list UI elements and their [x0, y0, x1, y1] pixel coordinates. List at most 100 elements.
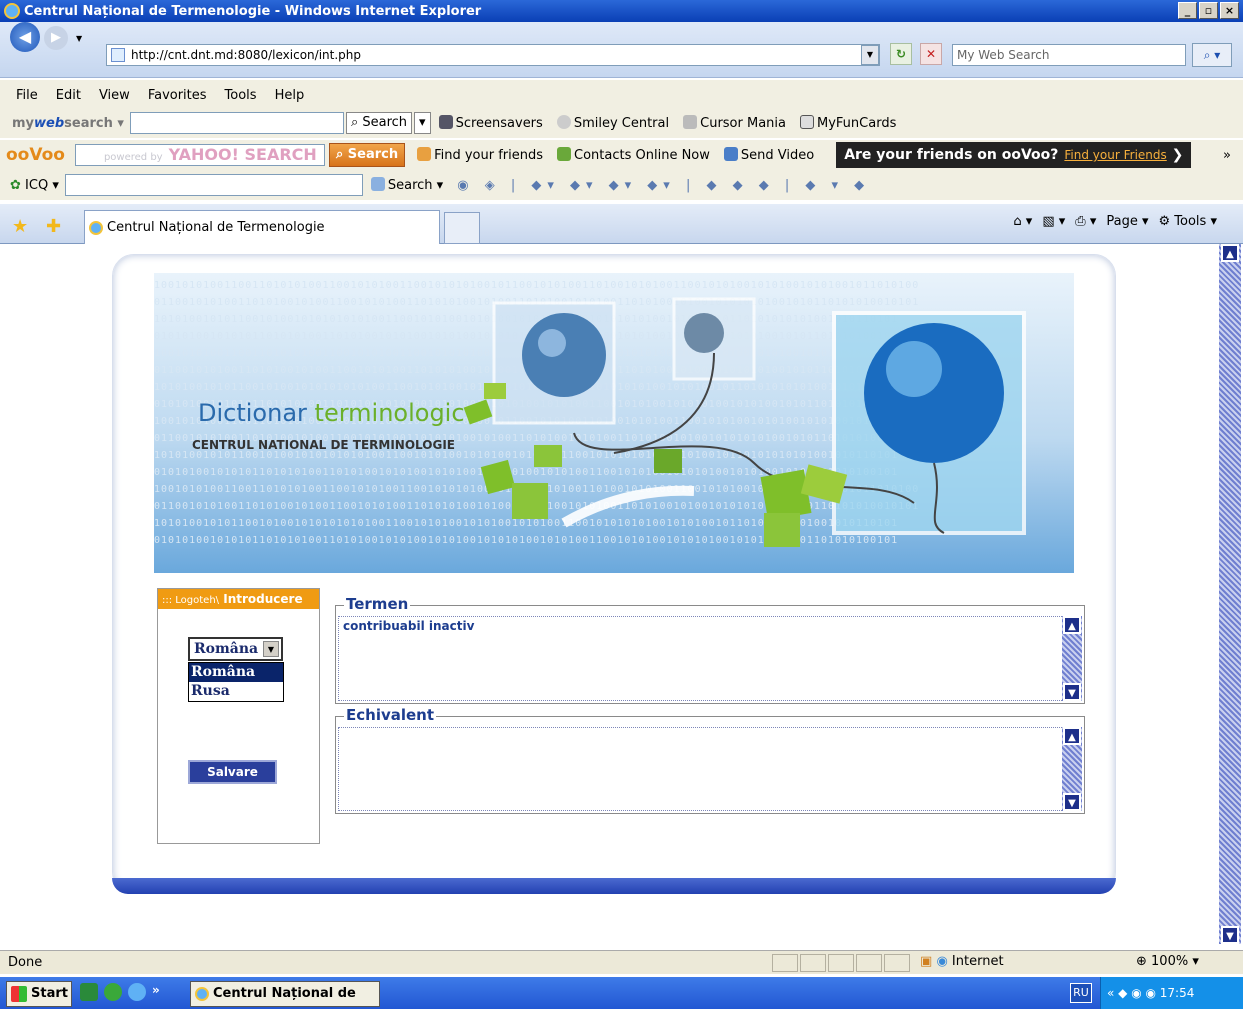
web-search-button[interactable]: ⌕ ▾: [1192, 43, 1232, 67]
menu-tools[interactable]: Tools: [225, 88, 257, 103]
taskbar: Start » Centrul Național de T... RU « ◆ …: [0, 977, 1243, 1009]
ie-icon[interactable]: [128, 983, 146, 1001]
icq-search-input[interactable]: [64, 174, 363, 196]
feeds-icon[interactable]: ▧ ▾: [1042, 214, 1065, 229]
menu-help[interactable]: Help: [275, 88, 305, 103]
screensavers-link[interactable]: Screensavers: [438, 115, 543, 131]
oovoo-toolbar: ooVoo powered by YAHOO! SEARCH ⌕ Search F…: [0, 140, 1243, 170]
monitor-icon: [438, 115, 453, 129]
scroll-up-icon[interactable]: ▲: [1063, 727, 1081, 745]
forward-button[interactable]: ▶: [44, 26, 68, 50]
stop-button[interactable]: ✕: [920, 43, 942, 65]
scroll-down-icon[interactable]: ▼: [1221, 926, 1239, 944]
banner-title: Dictionar terminologic: [198, 399, 465, 427]
scroll-down-icon[interactable]: ▼: [1063, 793, 1081, 811]
search-dropdown-icon[interactable]: ▾: [414, 112, 431, 134]
termen-fieldset: Termen contribuabil inactiv ▲ ▼: [335, 595, 1085, 704]
cursor-icon: [683, 115, 698, 129]
note-icon: [484, 383, 506, 399]
icq-search-button[interactable]: Search ▾: [370, 177, 443, 193]
favorites-star-icon[interactable]: ★: [12, 216, 28, 237]
myfuncards-link[interactable]: MyFunCards: [800, 115, 896, 131]
add-favorites-icon[interactable]: ✚: [46, 216, 61, 237]
start-button[interactable]: Start: [6, 981, 72, 1007]
tools-menu[interactable]: ⚙ Tools ▾: [1159, 214, 1218, 229]
clock: 17:54: [1159, 986, 1195, 1000]
option-romana[interactable]: Româna: [189, 663, 283, 682]
menu-edit[interactable]: Edit: [56, 88, 81, 103]
print-icon[interactable]: ⎙ ▾: [1075, 214, 1096, 229]
refresh-button[interactable]: ↻: [890, 43, 912, 65]
home-icon[interactable]: ⌂ ▾: [1013, 214, 1032, 229]
header-banner: 1001010100110011010101001100101010011001…: [154, 273, 1074, 573]
ie-logo-icon: [89, 221, 103, 235]
icq-logo[interactable]: ✿ ICQ ▾: [10, 178, 59, 193]
swoosh-arrow: [561, 485, 695, 528]
address-dropdown-icon[interactable]: ▼: [861, 45, 879, 65]
mywebsearch-input[interactable]: [129, 112, 344, 134]
address-field[interactable]: http://cnt.dnt.md:8080/lexicon/int.php: [106, 44, 880, 66]
menu-view[interactable]: View: [99, 88, 130, 103]
card-icon: [800, 115, 814, 129]
security-zone[interactable]: ▣ ◉ Internet: [920, 954, 1004, 969]
web-search-input[interactable]: My Web Search: [952, 44, 1186, 66]
scroll-up-icon[interactable]: ▲: [1221, 244, 1239, 262]
termen-legend: Termen: [344, 595, 411, 613]
card-footer-bar: [112, 878, 1116, 894]
echivalent-textarea[interactable]: [338, 727, 1082, 811]
zoom-level[interactable]: ⊕ 100% ▾: [1136, 954, 1199, 969]
echivalent-legend: Echivalent: [344, 706, 437, 724]
status-text: Done: [8, 955, 43, 970]
ie-logo-icon: [4, 3, 20, 19]
oovoo-banner[interactable]: Are your friends on ooVoo? Find your Frie…: [836, 142, 1192, 168]
save-button[interactable]: Salvare: [188, 760, 277, 784]
window-controls: _ ▫ ×: [1178, 2, 1239, 19]
scroll-down-icon[interactable]: ▼: [1063, 683, 1081, 701]
send-video-link[interactable]: Send Video: [723, 147, 814, 163]
oovoo-search-button[interactable]: ⌕ Search: [328, 143, 406, 167]
page-menu[interactable]: Page ▾: [1106, 214, 1148, 229]
quicklaunch-app-icon[interactable]: [80, 983, 98, 1001]
find-friends-link[interactable]: Find your friends: [417, 147, 543, 163]
panel-header: ::: Logoteh\ Introducere: [158, 589, 319, 609]
language-indicator[interactable]: RU: [1070, 983, 1092, 1003]
echivalent-scrollbar[interactable]: ▲ ▼: [1062, 727, 1082, 811]
task-ie-window[interactable]: Centrul Național de T...: [190, 981, 380, 1007]
history-dropdown-icon[interactable]: ▼: [76, 34, 82, 43]
chat-icon: [463, 399, 493, 425]
status-bar: Done ▣ ◉ Internet ⊕ 100% ▾: [0, 950, 1243, 974]
tab-bar: ★ ✚ Centrul Național de Termenologie ⌂ ▾…: [0, 204, 1243, 244]
back-button[interactable]: ◀: [10, 22, 40, 52]
minimize-button[interactable]: _: [1178, 2, 1197, 19]
oovoo-logo[interactable]: ooVoo: [6, 145, 65, 165]
close-button[interactable]: ×: [1220, 2, 1239, 19]
friends-icon: [417, 147, 432, 161]
scroll-up-icon[interactable]: ▲: [1063, 616, 1081, 634]
termen-textarea[interactable]: contribuabil inactiv: [338, 616, 1082, 701]
mywebsearch-logo[interactable]: mywebsearch ▾: [12, 116, 124, 131]
command-bar: ⌂ ▾ ▧ ▾ ⎙ ▾ Page ▾ ⚙ Tools ▾: [1013, 214, 1217, 229]
smiley-central-link[interactable]: Smiley Central: [556, 115, 669, 131]
page-scrollbar[interactable]: ▲ ▼: [1219, 244, 1241, 944]
icq-icon[interactable]: [104, 983, 122, 1001]
icq-tool-icons[interactable]: ◉ ◈ | ◆▾ ◆▾ ◆▾ ◆▾ | ◆ ◆ ◆ | ◆ ▾ ◆: [457, 178, 870, 193]
mywebsearch-search-button[interactable]: ⌕ Search: [345, 112, 413, 134]
window-title-bar: Centrul Național de Termenologie - Windo…: [0, 0, 1243, 22]
ie-logo-icon: [195, 987, 209, 1001]
cursor-mania-link[interactable]: Cursor Mania: [683, 115, 786, 131]
contacts-online-link[interactable]: Contacts Online Now: [557, 147, 710, 163]
menu-file[interactable]: File: [16, 88, 38, 103]
language-select[interactable]: Româna ▼: [188, 637, 283, 661]
quicklaunch-overflow-icon[interactable]: »: [152, 983, 160, 1001]
chevron-down-icon[interactable]: ▼: [263, 641, 279, 657]
window-title: Centrul Național de Termenologie - Windo…: [24, 3, 482, 19]
termen-scrollbar[interactable]: ▲ ▼: [1062, 616, 1082, 701]
language-panel: ::: Logoteh\ Introducere Româna ▼ Româna…: [157, 588, 320, 844]
option-rusa[interactable]: Rusa: [189, 682, 283, 701]
new-tab-button[interactable]: [444, 212, 480, 244]
tab-current[interactable]: Centrul Național de Termenologie: [84, 210, 440, 244]
menu-favorites[interactable]: Favorites: [148, 88, 207, 103]
yahoo-search-input[interactable]: powered by YAHOO! SEARCH: [74, 144, 325, 166]
maximize-button[interactable]: ▫: [1199, 2, 1218, 19]
toolbar-overflow-icon[interactable]: »: [1223, 148, 1231, 163]
